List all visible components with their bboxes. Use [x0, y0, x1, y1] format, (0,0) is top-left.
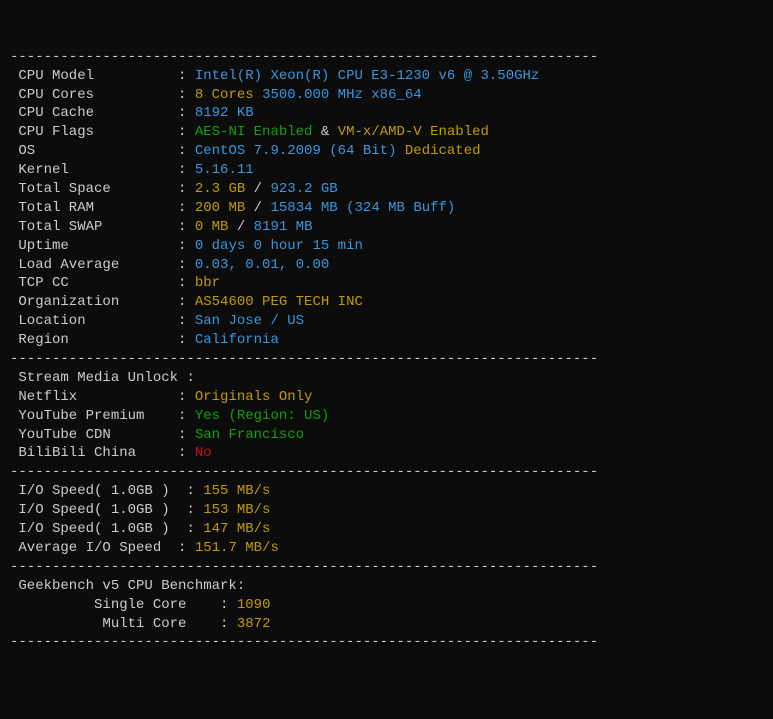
value-ram-total: 15834 MB [270, 200, 346, 216]
terminal-output: ----------------------------------------… [10, 48, 763, 653]
label-tcp-cc: TCP CC [10, 275, 178, 291]
value-space-total: 923.2 GB [270, 181, 337, 197]
value-flags-vmx: VM-x/AMD-V Enabled [338, 124, 489, 140]
label-io-speed: I/O Speed( 1.0GB ) [10, 502, 186, 518]
separator: ----------------------------------------… [10, 49, 598, 65]
label-cpu-cores: CPU Cores [10, 87, 178, 103]
separator: ----------------------------------------… [10, 351, 598, 367]
label-uptime: Uptime [10, 238, 178, 254]
value-os-type: Dedicated [405, 143, 481, 159]
label-location: Location [10, 313, 178, 329]
label-total-ram: Total RAM [10, 200, 178, 216]
label-geekbench-header: Geekbench v5 CPU Benchmark: [10, 578, 245, 594]
label-io-speed: I/O Speed( 1.0GB ) [10, 483, 186, 499]
value-multi-core: 3872 [237, 616, 271, 632]
value-region: California [195, 332, 279, 348]
label-multi-core: Multi Core [10, 616, 220, 632]
value-flags-aes: AES-NI Enabled [195, 124, 313, 140]
value-swap-total: 8191 MB [254, 219, 313, 235]
value-ram-buff: (324 MB Buff) [346, 200, 455, 216]
label-region: Region [10, 332, 178, 348]
label-os: OS [10, 143, 178, 159]
separator: ----------------------------------------… [10, 559, 598, 575]
value-organization: AS54600 PEG TECH INC [195, 294, 363, 310]
value-cpu-cores: 8 Cores [195, 87, 262, 103]
label-youtube-cdn: YouTube CDN [10, 427, 178, 443]
label-avg-io-speed: Average I/O Speed [10, 540, 178, 556]
value-io-avg: 151.7 MB/s [195, 540, 279, 556]
value-ram-used: 200 MB [195, 200, 245, 216]
value-io-2: 153 MB/s [203, 502, 270, 518]
value-tcp: bbr [195, 275, 220, 291]
label-total-space: Total Space [10, 181, 178, 197]
value-kernel: 5.16.11 [195, 162, 254, 178]
separator: ----------------------------------------… [10, 464, 598, 480]
label-load-average: Load Average [10, 257, 178, 273]
value-youtube-cdn: San Francisco [195, 427, 304, 443]
label-cpu-flags: CPU Flags [10, 124, 178, 140]
value-cpu-model: Intel(R) Xeon(R) CPU E3-1230 v6 @ 3.50GH… [195, 68, 539, 84]
value-uptime: 0 days 0 hour 15 min [195, 238, 363, 254]
value-io-1: 155 MB/s [203, 483, 270, 499]
value-bilibili: No [195, 445, 212, 461]
value-location: San Jose / US [195, 313, 304, 329]
separator: ----------------------------------------… [10, 634, 598, 650]
value-single-core: 1090 [237, 597, 271, 613]
label-single-core: Single Core [10, 597, 220, 613]
value-swap-used: 0 MB [195, 219, 229, 235]
value-space-used: 2.3 GB [195, 181, 245, 197]
label-netflix: Netflix [10, 389, 178, 405]
label-cpu-cache: CPU Cache [10, 105, 178, 121]
value-io-3: 147 MB/s [203, 521, 270, 537]
value-youtube-premium: Yes (Region: US) [195, 408, 329, 424]
value-cpu-freq: 3500.000 MHz x86_64 [262, 87, 422, 103]
value-os: CentOS 7.9.2009 (64 Bit) [195, 143, 405, 159]
label-stream-header: Stream Media Unlock [10, 370, 186, 386]
label-cpu-model: CPU Model [10, 68, 178, 84]
label-total-swap: Total SWAP [10, 219, 178, 235]
value-netflix: Originals Only [195, 389, 313, 405]
value-cpu-cache: 8192 KB [195, 105, 254, 121]
label-youtube-premium: YouTube Premium [10, 408, 178, 424]
label-bilibili: BiliBili China [10, 445, 178, 461]
label-io-speed: I/O Speed( 1.0GB ) [10, 521, 186, 537]
value-load: 0.03, 0.01, 0.00 [195, 257, 329, 273]
label-organization: Organization [10, 294, 178, 310]
label-kernel: Kernel [10, 162, 178, 178]
